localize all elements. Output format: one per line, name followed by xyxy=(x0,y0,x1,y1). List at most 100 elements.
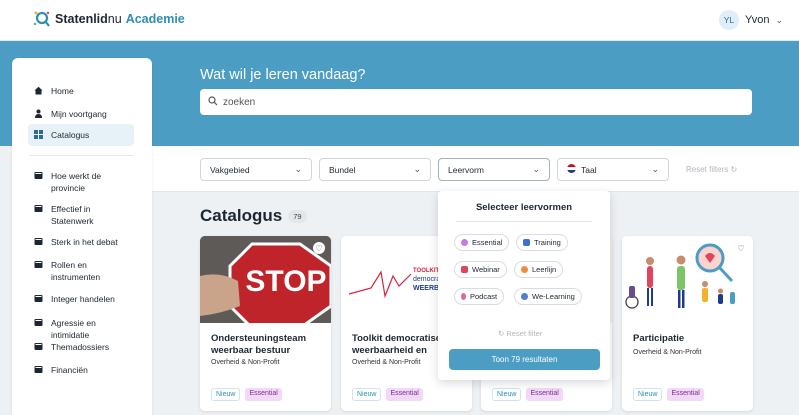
filter-leervorm-label: Leervorm xyxy=(448,164,484,175)
book-icon xyxy=(34,260,43,269)
course-subtitle: Overheid & Non-Profit xyxy=(352,359,421,366)
brand-name-part2: nu xyxy=(107,12,122,26)
grid-icon xyxy=(34,130,43,139)
sidebar-item-catalogus[interactable]: Catalogus xyxy=(28,124,134,146)
sidebar-item-financien[interactable]: Financiën xyxy=(28,359,134,381)
course-subtitle: Overheid & Non-Profit xyxy=(633,349,702,356)
sidebar-item-label: Catalogus xyxy=(51,130,90,140)
course-image: ♡ xyxy=(622,236,753,323)
webinar-icon xyxy=(461,266,468,273)
filter-bar: Vakgebied ⌄ Bundel ⌄ Leervorm ⌄ Taal ⌄ R… xyxy=(152,146,799,192)
filter-vakgebied-label: Vakgebied xyxy=(210,164,250,175)
filter-bundel-label: Bundel xyxy=(329,164,356,175)
reset-filter-label: Reset filter xyxy=(506,329,543,338)
chevron-down-icon: ⌄ xyxy=(413,164,421,174)
option-webinar[interactable]: Webinar xyxy=(454,261,507,278)
leerlijn-icon xyxy=(521,266,528,273)
filter-vakgebied[interactable]: Vakgebied ⌄ xyxy=(200,158,312,181)
option-leerlijn[interactable]: Leerlijn xyxy=(514,261,564,278)
reset-filter-button[interactable]: ↻ Reset filter xyxy=(498,329,542,338)
essential-icon xyxy=(461,239,468,246)
sidebar-item-label: Sterk in het debat xyxy=(51,237,118,247)
chevron-down-icon: ⌄ xyxy=(294,164,302,174)
option-training[interactable]: Training xyxy=(516,234,568,251)
sidebar-item-sterk-in-het-debat[interactable]: Sterk in het debat xyxy=(28,231,134,253)
page-title: Catalogus 79 xyxy=(200,206,307,226)
dropdown-divider xyxy=(456,221,592,222)
heart-icon[interactable]: ♡ xyxy=(313,242,325,254)
we-learning-icon xyxy=(521,293,528,300)
search-input[interactable]: zoeken xyxy=(200,89,752,115)
search-placeholder: zoeken xyxy=(223,96,256,108)
sidebar-item-label: Mijn voortgang xyxy=(51,109,107,119)
option-we-learning[interactable]: We-Learning xyxy=(514,288,582,305)
sidebar-item-integer-handelen[interactable]: Integer handelen xyxy=(28,288,134,310)
search-icon xyxy=(208,95,218,109)
leervorm-dropdown: Selecteer leervormen Essential Training … xyxy=(438,191,610,380)
logo[interactable]: Statenlid nu Academie xyxy=(33,10,185,28)
option-label: Essential xyxy=(472,238,503,247)
level-badge: Essential xyxy=(245,388,282,401)
stop-sign-text: STOP xyxy=(245,265,326,298)
filter-bundel[interactable]: Bundel ⌄ xyxy=(319,158,431,181)
brand-name-part1: Statenlid xyxy=(55,12,108,26)
brand-name-part3: Academie xyxy=(125,12,185,26)
option-essential[interactable]: Essential xyxy=(454,234,510,251)
sidebar-item-label: Hoe werkt de provincie xyxy=(51,171,102,193)
book-icon xyxy=(34,365,43,374)
page-title-text: Catalogus xyxy=(200,206,283,225)
chevron-down-icon: ⌄ xyxy=(532,164,540,174)
user-menu[interactable]: YL Yvon ⌄ xyxy=(718,10,783,30)
filter-taal[interactable]: Taal ⌄ xyxy=(557,158,669,181)
filter-leervorm[interactable]: Leervorm ⌄ xyxy=(438,158,550,181)
sidebar: Home Mijn voortgang Catalogus Hoe werkt … xyxy=(12,58,152,415)
sidebar-item-rollen-en-instrumenten[interactable]: Rollen en instrumenten xyxy=(28,254,134,288)
chevron-down-icon: ⌄ xyxy=(775,14,783,25)
option-label: Webinar xyxy=(472,265,500,274)
filter-taal-label: Taal xyxy=(581,164,597,175)
reset-filters-label: Reset filters xyxy=(686,165,729,174)
avatar: YL xyxy=(718,10,739,30)
chevron-down-icon: ⌄ xyxy=(651,164,659,174)
person-icon xyxy=(34,109,43,118)
training-icon xyxy=(523,239,530,246)
count-badge: 79 xyxy=(288,209,307,223)
refresh-icon: ↻ xyxy=(730,165,738,174)
new-badge: Nieuw xyxy=(211,388,241,401)
sidebar-item-label: Effectief in Statenwerk xyxy=(51,204,94,226)
podcast-icon xyxy=(461,293,466,300)
sidebar-item-home[interactable]: Home xyxy=(28,80,134,102)
reset-filters-button[interactable]: Reset filters ↻ xyxy=(686,165,737,174)
sidebar-item-effectief-in-statenwerk[interactable]: Effectief in Statenwerk xyxy=(28,198,134,232)
book-icon xyxy=(34,318,43,327)
sidebar-item-hoe-werkt-de-provincie[interactable]: Hoe werkt de provincie xyxy=(28,165,134,199)
new-badge: Nieuw xyxy=(633,388,663,401)
option-podcast[interactable]: Podcast xyxy=(454,288,505,305)
new-badge: Nieuw xyxy=(352,388,382,401)
course-title: Participatie xyxy=(633,333,685,344)
course-image: STOP ♡ xyxy=(200,236,331,323)
dropdown-title: Selecteer leervormen xyxy=(475,202,573,213)
sidebar-item-mijn-voortgang[interactable]: Mijn voortgang xyxy=(28,103,134,125)
top-bar: Statenlid nu Academie YL Yvon ⌄ xyxy=(0,0,799,41)
toolkit-text: TOOLKIT xyxy=(413,268,440,274)
book-icon xyxy=(34,342,43,351)
option-label: We-Learning xyxy=(532,292,575,301)
course-title: Ondersteuningsteam weerbaar bestuur xyxy=(211,333,307,356)
option-label: Leerlijn xyxy=(532,265,557,274)
book-icon xyxy=(34,204,43,213)
sidebar-divider xyxy=(30,155,134,156)
book-icon xyxy=(34,237,43,246)
sidebar-item-label: Financiën xyxy=(51,365,88,375)
sidebar-item-label: Integer handelen xyxy=(51,294,115,304)
heart-icon[interactable]: ♡ xyxy=(735,242,747,254)
level-badge: Essential xyxy=(667,388,704,401)
show-results-button[interactable]: Toon 79 resultaten xyxy=(449,349,600,370)
sidebar-item-label: Home xyxy=(51,86,74,96)
course-card[interactable]: STOP ♡ Ondersteuningsteam weerbaar bestu… xyxy=(200,236,331,411)
flag-nl-icon xyxy=(567,164,576,175)
logo-icon xyxy=(33,10,51,28)
course-card[interactable]: ♡ Participatie Overheid & Non-Profit Nie… xyxy=(622,236,753,411)
sidebar-item-themadossiers[interactable]: Themadossiers xyxy=(28,336,134,358)
level-badge: Essential xyxy=(526,388,563,401)
